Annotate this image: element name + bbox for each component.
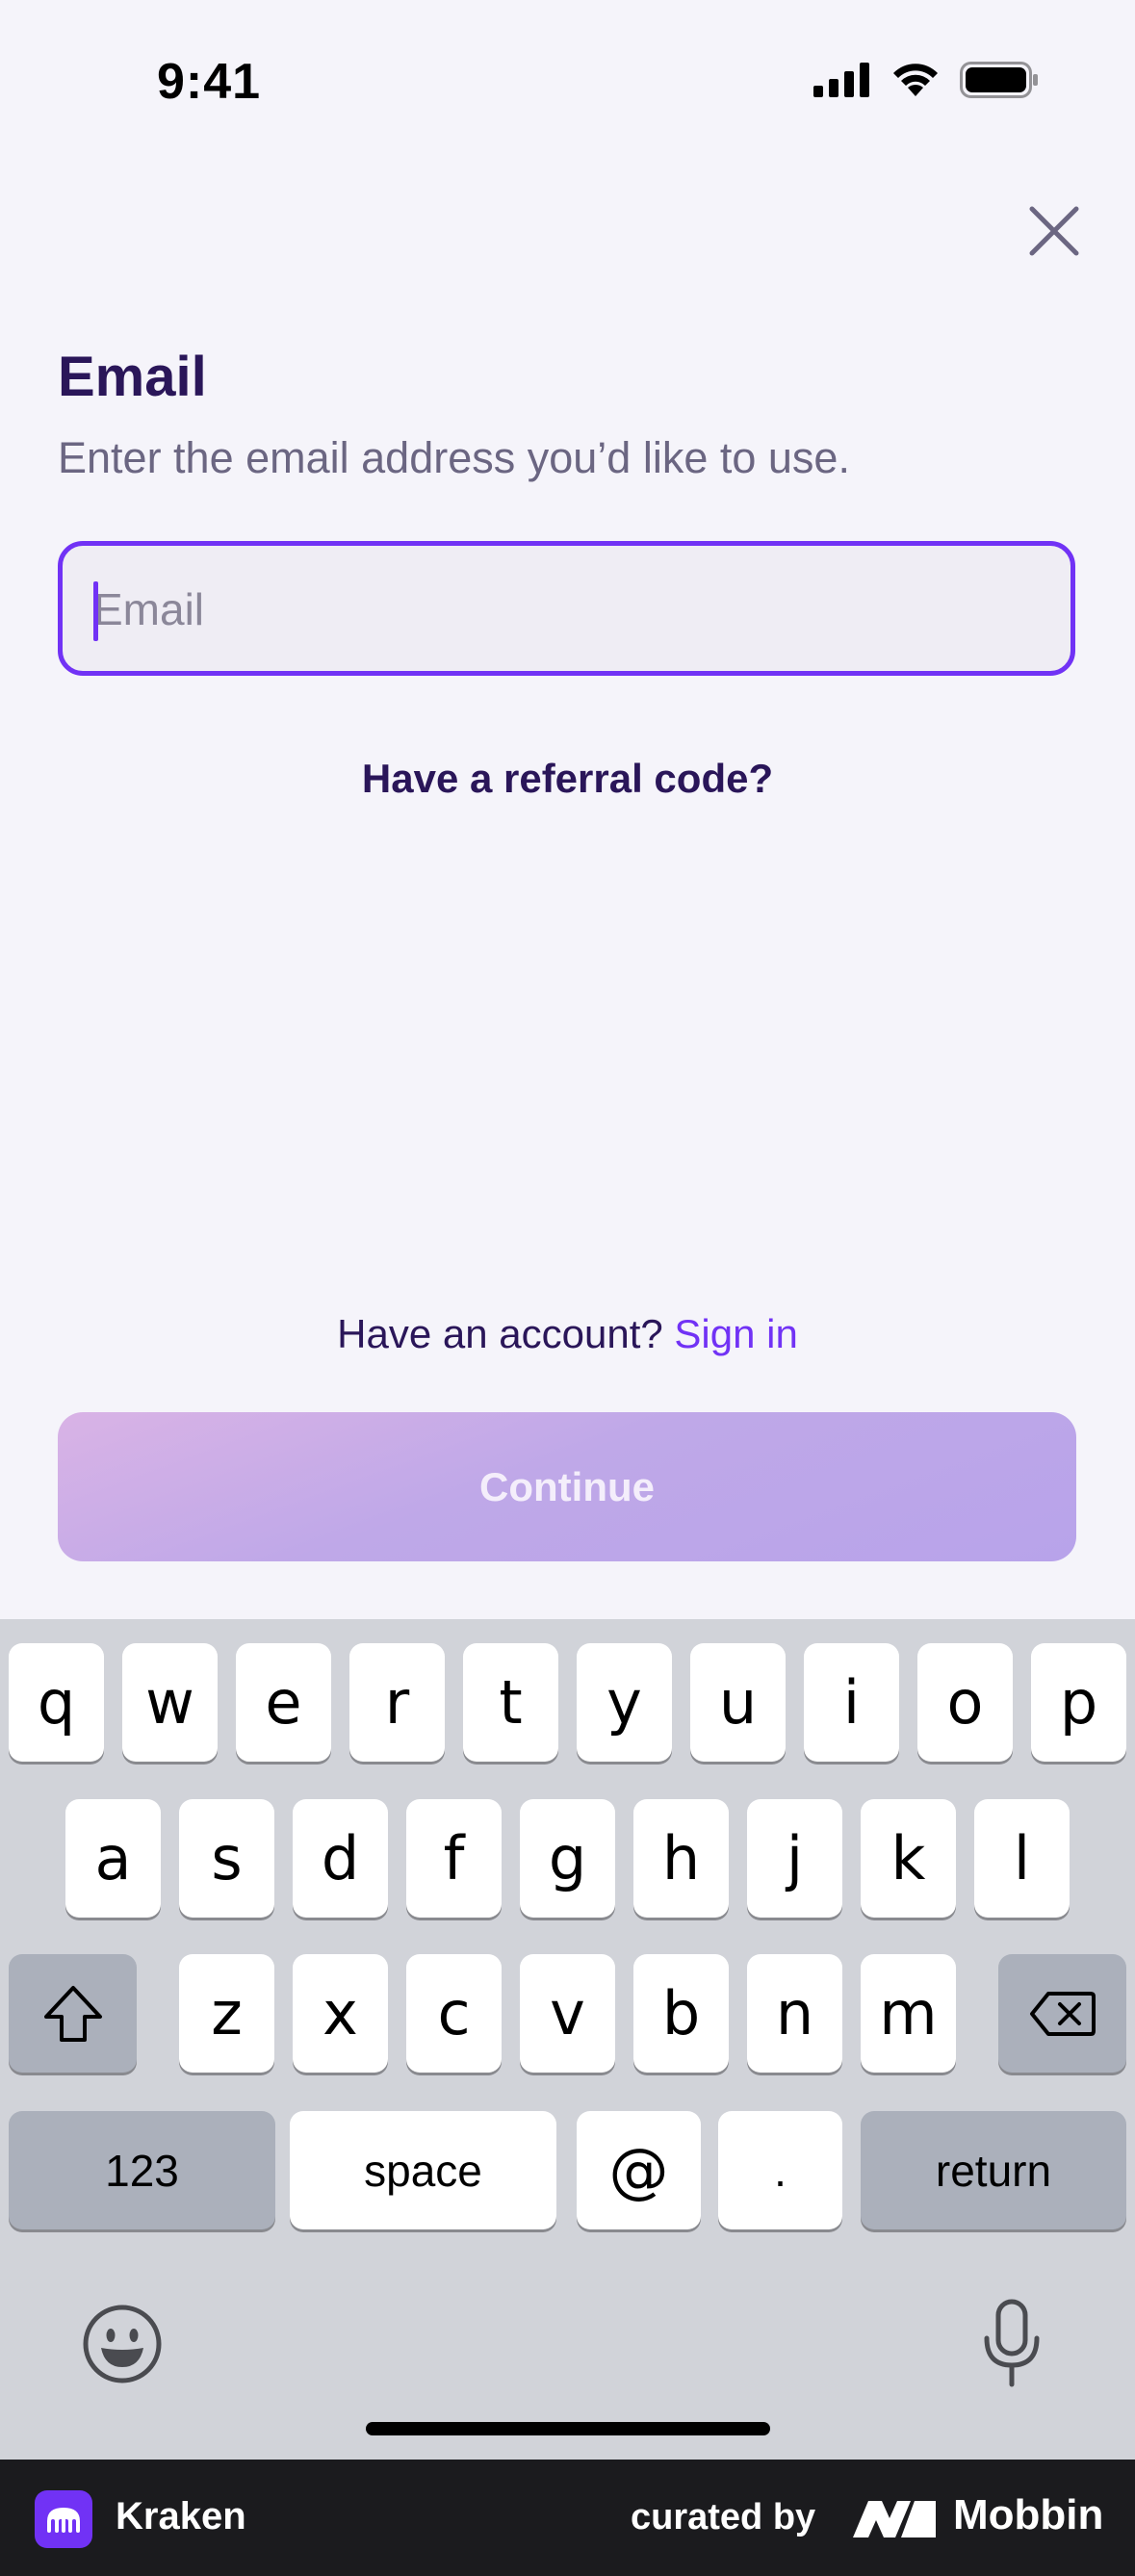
backspace-icon [1029,1991,1096,2036]
key-j[interactable]: j [747,1799,842,1918]
status-icons [813,62,1039,98]
wifi-icon [893,64,938,96]
key-x[interactable]: x [293,1954,388,2073]
status-time: 9:41 [157,54,262,110]
key-m[interactable]: m [861,1954,956,2073]
status-bar: 9:41 [0,0,1135,168]
key-y[interactable]: y [577,1643,672,1762]
key-r[interactable]: r [349,1643,445,1762]
key-t[interactable]: t [463,1643,558,1762]
email-input[interactable] [91,546,1039,673]
key-l[interactable]: l [974,1799,1070,1918]
key-o[interactable]: o [917,1643,1013,1762]
at-key[interactable]: @ [577,2111,701,2229]
dot-key[interactable]: . [718,2111,842,2229]
shift-key[interactable] [9,1954,137,2073]
key-f[interactable]: f [406,1799,502,1918]
shift-icon [43,1985,102,2042]
page-subtitle: Enter the email address you’d like to us… [58,433,850,482]
account-prompt-text: Have an account? [337,1311,663,1356]
key-p[interactable]: p [1031,1643,1126,1762]
key-h[interactable]: h [633,1799,729,1918]
key-q[interactable]: q [9,1643,104,1762]
microphone-icon [984,2299,1040,2387]
kraken-logo-icon [35,2490,92,2548]
key-d[interactable]: d [293,1799,388,1918]
key-v[interactable]: v [520,1954,615,2073]
close-icon [1029,206,1079,256]
emoji-button[interactable] [82,2304,163,2384]
key-e[interactable]: e [236,1643,331,1762]
account-prompt: Have an account? Sign in [0,1311,1135,1357]
mobbin-logo-icon [853,2501,936,2537]
key-k[interactable]: k [861,1799,956,1918]
key-w[interactable]: w [122,1643,218,1762]
key-u[interactable]: u [690,1643,786,1762]
return-key[interactable]: return [861,2111,1126,2229]
sign-in-link[interactable]: Sign in [674,1311,797,1356]
curated-by-label: curated by [631,2497,816,2537]
key-g[interactable]: g [520,1799,615,1918]
battery-icon [960,62,1038,98]
key-c[interactable]: c [406,1954,502,2073]
emoji-icon [83,2305,162,2383]
key-z[interactable]: z [179,1954,274,2073]
key-a[interactable]: a [65,1799,161,1918]
close-button[interactable] [1020,197,1088,265]
dictation-button[interactable] [980,2298,1044,2390]
referral-code-link[interactable]: Have a referral code? [0,756,1135,802]
page-title: Email [58,346,207,408]
text-caret [93,581,98,641]
home-indicator [366,2422,770,2435]
numbers-key[interactable]: 123 [9,2111,275,2229]
delete-key[interactable] [998,1954,1126,2073]
mobbin-brand-name: Mobbin [953,2491,1104,2538]
footer-app-name: Kraken [116,2495,246,2537]
email-field[interactable] [58,541,1075,676]
key-b[interactable]: b [633,1954,729,2073]
continue-button[interactable]: Continue [58,1412,1076,1561]
key-i[interactable]: i [804,1643,899,1762]
cellular-signal-icon [813,63,869,97]
space-key[interactable]: space [290,2111,556,2229]
key-n[interactable]: n [747,1954,842,2073]
key-s[interactable]: s [179,1799,274,1918]
